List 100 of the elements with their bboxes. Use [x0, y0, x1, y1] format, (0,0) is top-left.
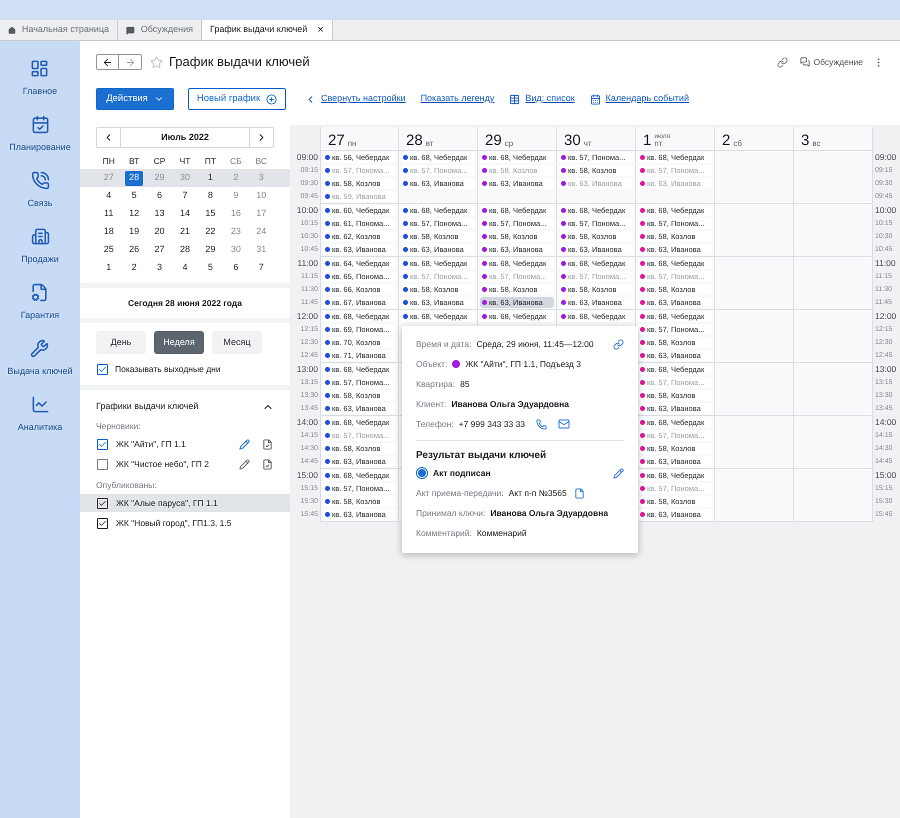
day-number: 2 [722, 133, 730, 148]
calendar-day[interactable]: 19 [125, 224, 144, 240]
link-icon[interactable] [613, 338, 624, 350]
today-label: Сегодня 28 июня 2022 года [128, 296, 242, 310]
result-heading: Результат выдачи ключей [416, 448, 548, 462]
pencil-icon[interactable] [239, 438, 250, 450]
calendar-day[interactable]: 27 [150, 242, 169, 258]
calendar-day[interactable]: 4 [176, 260, 194, 276]
dashboard-icon [30, 59, 50, 78]
document-icon[interactable] [574, 488, 585, 498]
weekday-name: вт [426, 140, 434, 148]
new-schedule-button[interactable]: Новый график [188, 88, 286, 110]
time-label: 11:00 [297, 259, 318, 268]
calendar-day[interactable]: 21 [176, 224, 194, 240]
pencil-icon[interactable] [613, 468, 624, 478]
checkbox[interactable] [97, 498, 108, 508]
time-label: 15:00 [875, 471, 896, 480]
sidebar-item[interactable]: Выдача ключей [7, 339, 73, 378]
calendar-day[interactable]: 4 [100, 188, 118, 204]
calendar-day[interactable]: 7 [252, 260, 270, 276]
tab[interactable]: График выдачи ключей × [202, 20, 333, 40]
checkbox-label: Показывать выходные дни [115, 362, 221, 376]
schedule-label: ЖК "Алые паруса", ГП 1.1 [116, 496, 219, 510]
calendar-check-icon [30, 115, 50, 134]
calendar-day[interactable]: 6 [150, 188, 169, 204]
time-label: 13:00 [296, 365, 318, 374]
checkbox[interactable] [97, 364, 108, 374]
calendar-day[interactable]: 25 [100, 242, 118, 258]
sidebar-item[interactable]: Гарантия [20, 283, 60, 322]
time-label: 13:00 [875, 365, 896, 374]
weekday-name: ср [504, 140, 514, 148]
calendar-day[interactable]: 18 [100, 224, 118, 240]
page-title: График выдачи ключей [169, 53, 310, 72]
week-row[interactable]: 27 28 29 30 1 2 3 [80, 169, 290, 187]
table-icon [509, 94, 520, 104]
time-label: 10:00 [296, 206, 318, 215]
sidebar-item[interactable]: Планирование [9, 115, 71, 154]
radio-button[interactable] [416, 467, 428, 479]
toolbar-link[interactable]: Календарь событий [606, 92, 689, 106]
schedule-label: ЖК "Новый город", ГП1.3, 1.5 [116, 516, 232, 530]
document-check-icon[interactable] [262, 458, 273, 470]
sidebar-item[interactable]: Продажи [21, 227, 59, 266]
calendar-day[interactable]: 12 [125, 206, 144, 222]
calendar-day[interactable]: 28 [125, 170, 144, 186]
actions-button[interactable]: Действия [96, 88, 174, 110]
calendar-day[interactable]: 5 [201, 260, 220, 276]
sidebar-item[interactable]: Связь [28, 171, 52, 210]
calendar-day[interactable]: 3 [150, 260, 169, 276]
detail-label: Объект: [416, 358, 448, 370]
calendar-day[interactable]: 29 [201, 242, 220, 258]
calendar-day[interactable]: 26 [125, 242, 144, 258]
link-icon[interactable] [777, 56, 788, 68]
calendar-day[interactable]: 14 [176, 206, 194, 222]
home-icon [8, 24, 16, 36]
toolbar-link[interactable]: Свернуть настройки [321, 92, 406, 106]
calendar-day[interactable]: 8 [201, 188, 220, 204]
checkbox[interactable] [97, 518, 108, 528]
document-check-icon[interactable] [262, 438, 273, 450]
pencil-icon[interactable] [239, 458, 250, 470]
star-icon[interactable] [150, 56, 163, 68]
document-gear-icon [30, 283, 50, 302]
calendar-day[interactable]: 22 [201, 224, 220, 240]
calendar-day[interactable]: 28 [176, 242, 194, 258]
view-mode-button[interactable]: Месяц [212, 331, 262, 354]
section-title: Графики выдачи ключей [96, 400, 200, 414]
calendar-day[interactable]: 15 [201, 206, 220, 222]
day-number: 29 [485, 133, 502, 148]
calendar-icon [590, 94, 601, 104]
weekday-name: вс [812, 140, 821, 148]
checkbox[interactable] [97, 458, 108, 470]
calendar-day[interactable]: 6 [226, 260, 245, 276]
detail-value: Иванова Ольга Эдуардовна [490, 506, 608, 520]
mail-icon[interactable] [558, 418, 570, 430]
calendar-day[interactable]: 1 [100, 260, 118, 276]
schedule-row[interactable]: ЖК "Алые паруса", ГП 1.1 [80, 494, 290, 512]
sidebar-item[interactable]: Аналитика [18, 395, 62, 434]
detail-label: Комментарий: [416, 526, 472, 540]
view-mode-button[interactable]: Неделя [154, 331, 204, 354]
detail-label: Квартира: [416, 378, 456, 390]
toolbar-link[interactable]: Показать легенду [420, 92, 494, 106]
calendar-day[interactable]: 2 [125, 260, 144, 276]
calendar-day[interactable]: 20 [150, 224, 169, 240]
calendar-day[interactable]: 11 [100, 206, 118, 222]
phone-icon[interactable] [536, 418, 548, 430]
discussion-button[interactable]: Обсуждение [800, 56, 863, 68]
toolbar-link[interactable]: Вид: список [525, 92, 575, 106]
calendar-day[interactable]: 1 [201, 170, 220, 186]
detail-value: Комменарий [476, 526, 527, 540]
detail-value: +7 999 343 33 33 [458, 418, 526, 430]
calendar-day[interactable]: 5 [125, 188, 144, 204]
close-icon[interactable]: × [317, 24, 324, 36]
sidebar-item[interactable]: Главное [22, 59, 58, 98]
calendar-day[interactable]: 13 [150, 206, 169, 222]
weekday-label: ПТ [204, 154, 218, 168]
weekday-label: ЧТ [178, 154, 192, 168]
checkbox[interactable] [97, 438, 108, 450]
wrench-icon [30, 339, 50, 358]
detail-value: Акт п-п №3565 [508, 486, 567, 500]
view-mode-button[interactable]: День [96, 331, 146, 354]
calendar-day[interactable]: 7 [176, 188, 194, 204]
